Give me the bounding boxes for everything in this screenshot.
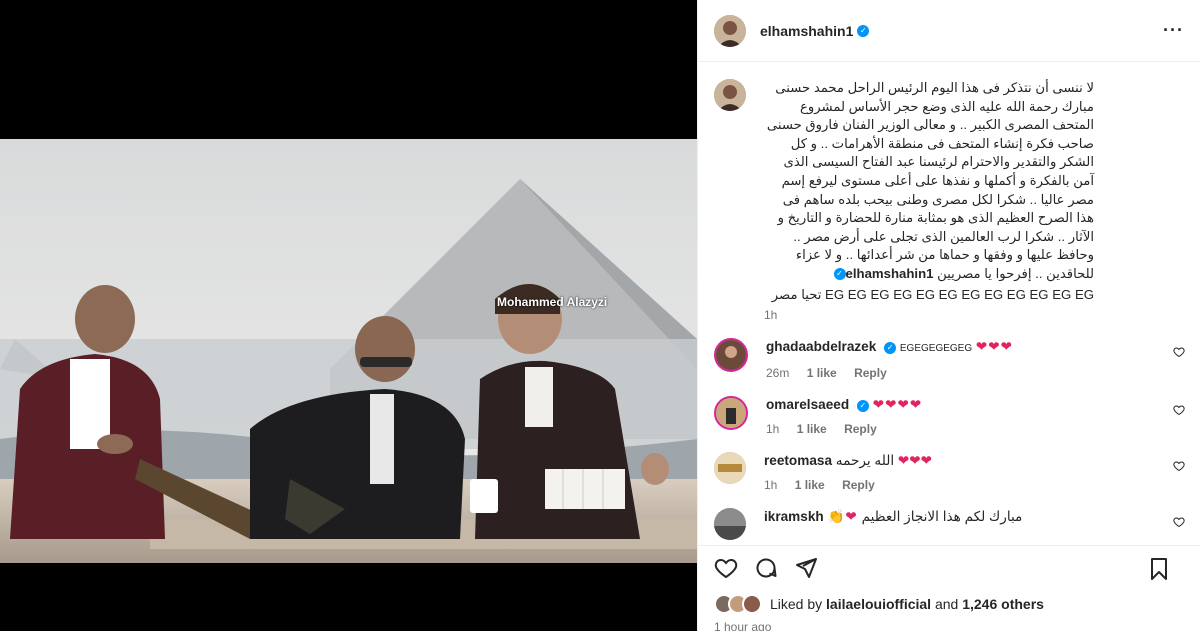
caption-time: 1h (764, 308, 778, 323)
photo-watermark: Mohammed Alazyzi (497, 295, 608, 309)
comment-body: ikramskh 👏❤ مبارك لكم هذا الانجاز العظيم (764, 508, 1164, 526)
comment-meta: 26m 1 like Reply (766, 366, 1166, 380)
comment-item: omarelsaeed ✓ ❤❤❤❤ 1h 1 like Reply (714, 396, 1185, 436)
verified-badge-icon: ✓ (857, 24, 870, 37)
commenter-avatar[interactable] (714, 452, 746, 485)
post-side-panel: elhamshahin1 ✓ ··· لا ننسى أن نتذكر فى ه… (697, 0, 1200, 631)
comment-likes[interactable]: 1 like (797, 422, 827, 436)
caption-text: لا ننسى أن نتذكر فى هذا اليوم الرئيس الر… (766, 80, 1094, 281)
caption-username-text: elhamshahin1 (845, 265, 934, 281)
like-heart-icon[interactable] (714, 556, 738, 580)
save-bookmark-icon[interactable] (1147, 557, 1171, 581)
post-media[interactable]: Mohammed Alazyzi (0, 0, 697, 631)
likes-and: and (934, 596, 959, 612)
comment-reply-button[interactable]: Reply (854, 366, 887, 380)
comment-reply-button[interactable]: Reply (842, 478, 875, 492)
comment-username[interactable]: omarelsaeed (766, 397, 849, 412)
comment-meta: 1h 1 like Reply (766, 422, 1166, 436)
comment-username[interactable]: ghadaabdelrazek (766, 339, 876, 354)
comment-text: EGEGEGEGEG (899, 343, 973, 355)
post-timestamp: 1 hour ago (714, 620, 772, 631)
comment-time: 1h (764, 478, 778, 493)
commenter-avatar-image (714, 508, 746, 541)
comment-username[interactable]: reetomasa (764, 453, 832, 468)
comment-bubble-icon[interactable] (754, 556, 778, 580)
likes-count[interactable]: 1,246 others (962, 596, 1044, 612)
comment-reply-button[interactable]: Reply (844, 422, 877, 436)
commenter-avatar-image (716, 340, 746, 371)
comment-likes[interactable]: 1 like (807, 366, 837, 380)
caption-line2: EG EG EG EG EG EG EG EG EG EG EG EG تحيا… (764, 286, 1094, 305)
post-header: elhamshahin1 ✓ ··· (698, 0, 1200, 62)
comment-meta: 1h 1 like Reply (764, 478, 1164, 492)
author-avatar[interactable] (714, 14, 746, 47)
liker-avatars (714, 594, 762, 614)
likes-user[interactable]: lailaelouiofficial (826, 596, 931, 612)
post-actions-bar (698, 545, 1200, 589)
comment-verified-icon: ✓ (884, 341, 897, 354)
comment-username[interactable]: ikramskh (764, 509, 824, 524)
post-caption: لا ننسى أن نتذكر فى هذا اليوم الرئيس الر… (714, 79, 1185, 322)
author-username[interactable]: elhamshahin1 (760, 23, 853, 39)
comment-body: ghadaabdelrazek ✓ EGEGEGEGEG ❤❤❤ (766, 338, 1166, 358)
comment-like-heart-icon[interactable] (1173, 404, 1185, 416)
comment-text: مبارك لكم هذا الانجاز العظيم (861, 509, 1023, 525)
comment-hearts: 👏❤ (827, 509, 858, 525)
caption-verified-icon: ✓ (833, 268, 846, 281)
comment-hearts: ❤❤❤ (897, 453, 933, 469)
commenter-avatar[interactable] (714, 396, 748, 431)
comment-item: reetomasa الله يرحمه ❤❤❤ 1h 1 like Reply (714, 452, 1185, 492)
commenter-avatar-image (714, 452, 746, 485)
post-photo-illustration (0, 139, 697, 563)
comment-likes[interactable]: 1 like (795, 478, 825, 492)
liker-avatar (742, 594, 762, 614)
likes-prefix: Liked by (770, 596, 823, 612)
comment-text: الله يرحمه (835, 453, 895, 469)
caption-avatar-image (714, 79, 746, 111)
commenter-avatar[interactable] (714, 338, 748, 373)
likes-summary: Liked by lailaelouiofficial and 1,246 ot… (714, 594, 1044, 614)
more-options-icon[interactable]: ··· (1163, 20, 1184, 41)
comment-like-heart-icon[interactable] (1173, 460, 1185, 472)
comment-hearts: ❤❤❤ (975, 339, 1014, 355)
commenter-avatar[interactable] (714, 508, 746, 541)
share-send-icon[interactable] (794, 556, 818, 580)
author-avatar-image (714, 14, 746, 47)
comment-like-heart-icon[interactable] (1173, 516, 1185, 528)
comment-like-heart-icon[interactable] (1173, 346, 1185, 358)
comment-body: omarelsaeed ✓ ❤❤❤❤ (766, 396, 1166, 414)
caption-author-avatar[interactable] (714, 79, 746, 111)
comment-item: ghadaabdelrazek ✓ EGEGEGEGEG ❤❤❤ 26m 1 l… (714, 338, 1185, 380)
comments-section: لا ننسى أن نتذكر فى هذا اليوم الرئيس الر… (698, 63, 1200, 541)
instagram-post-view: Mohammed Alazyzi elhamshahin1 ✓ ··· لا ن… (0, 0, 1200, 631)
comment-body: reetomasa الله يرحمه ❤❤❤ (764, 452, 1164, 470)
comment-verified-icon: ✓ (856, 399, 869, 412)
caption-line2-text: EG EG EG EG EG EG EG EG EG EG EG EG تحيا… (771, 286, 1094, 302)
commenter-avatar-image (716, 398, 746, 429)
caption-username[interactable]: elhamshahin1✓ (830, 265, 934, 281)
caption-text-block: لا ننسى أن نتذكر فى هذا اليوم الرئيس الر… (764, 79, 1094, 284)
comment-time: 1h (766, 422, 780, 437)
comment-item: ikramskh 👏❤ مبارك لكم هذا الانجاز العظيم (714, 508, 1185, 541)
comment-hearts: ❤❤❤❤ (872, 397, 923, 413)
post-photo (0, 139, 697, 563)
comment-time: 26m (766, 366, 790, 381)
